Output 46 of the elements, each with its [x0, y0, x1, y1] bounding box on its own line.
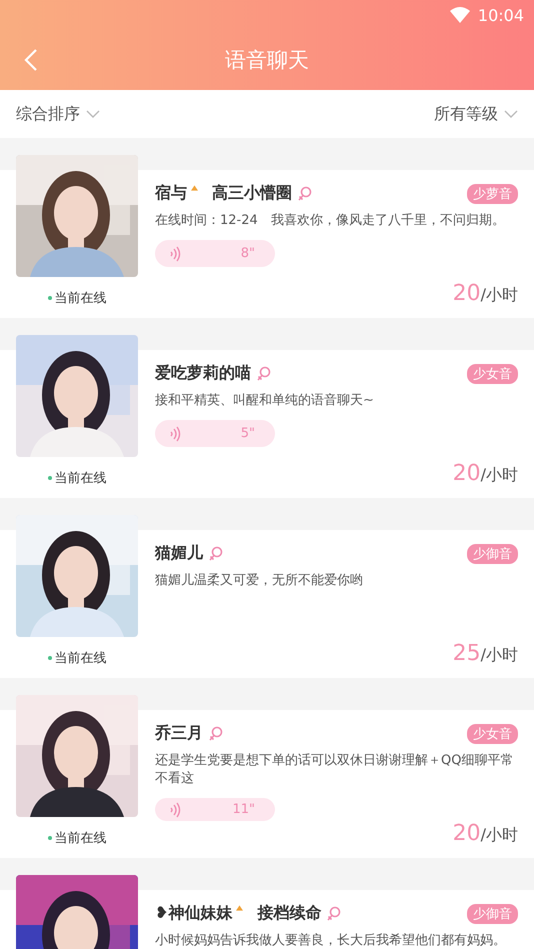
- sound-icon: [169, 246, 181, 262]
- sound-icon: [169, 426, 181, 442]
- chevron-down-icon: [504, 110, 518, 118]
- price: 20/小时: [452, 281, 518, 306]
- level-icon: [191, 185, 198, 191]
- voice-type-tag: 少御音: [467, 904, 518, 924]
- host-name: 宿与: [155, 183, 187, 204]
- host-bio: 猫媚儿温柔又可爱，无所不能爱你哟: [155, 572, 364, 590]
- host-name: ❥神仙妹妹: [155, 903, 232, 924]
- online-status: 当前在线: [48, 649, 106, 667]
- filter-dropdown[interactable]: 综合排序: [16, 104, 100, 124]
- voice-clip[interactable]: 5": [155, 420, 275, 447]
- online-status: 当前在线: [48, 469, 106, 487]
- voice-type-tag: 少御音: [467, 544, 518, 564]
- host-name: 乔三月: [155, 723, 203, 744]
- sound-icon: [169, 802, 181, 818]
- voice-type-tag: 少萝音: [467, 184, 518, 204]
- price: 25/小时: [452, 641, 518, 666]
- status-time: 10:04: [478, 6, 524, 24]
- female-icon: [298, 186, 312, 202]
- voice-clip[interactable]: 8": [155, 240, 275, 267]
- voice-type-tag: 少女音: [467, 724, 518, 744]
- price: 20/小时: [452, 821, 518, 846]
- female-icon: [209, 726, 223, 742]
- host-name: 爱吃萝莉的喵: [155, 363, 251, 384]
- wifi-icon: [450, 7, 470, 23]
- level-icon: [236, 905, 244, 911]
- voice-type-tag: 少女音: [467, 364, 518, 384]
- female-icon: [327, 906, 342, 922]
- group-name: 接档续命: [257, 903, 322, 924]
- host-bio: 在线时间：12-24 我喜欢你，像风走了八千里，不问归期。: [155, 212, 506, 230]
- voice-clip[interactable]: 11": [155, 798, 275, 821]
- chevron-down-icon: [86, 110, 100, 118]
- host-name: 猫媚儿: [155, 543, 203, 564]
- online-status: 当前在线: [48, 829, 106, 847]
- online-status: 当前在线: [48, 289, 106, 307]
- back-icon[interactable]: [24, 48, 38, 72]
- group-name: 高三小懵圈: [212, 183, 292, 204]
- price: 20/小时: [452, 461, 518, 486]
- host-bio: 小时候妈妈告诉我做人要善良，长大后我希望他们都有妈妈。: [155, 932, 507, 949]
- female-icon: [257, 366, 271, 382]
- female-icon: [209, 546, 223, 562]
- page-title: 语音聊天: [225, 47, 309, 74]
- filter-dropdown[interactable]: 所有等级: [434, 104, 518, 124]
- host-bio: 接和平精英、叫醒和单纯的语音聊天~: [155, 392, 375, 410]
- host-bio: 还是学生党要是想下单的话可以双休日谢谢理解＋QQ细聊平常不看这: [155, 752, 514, 788]
